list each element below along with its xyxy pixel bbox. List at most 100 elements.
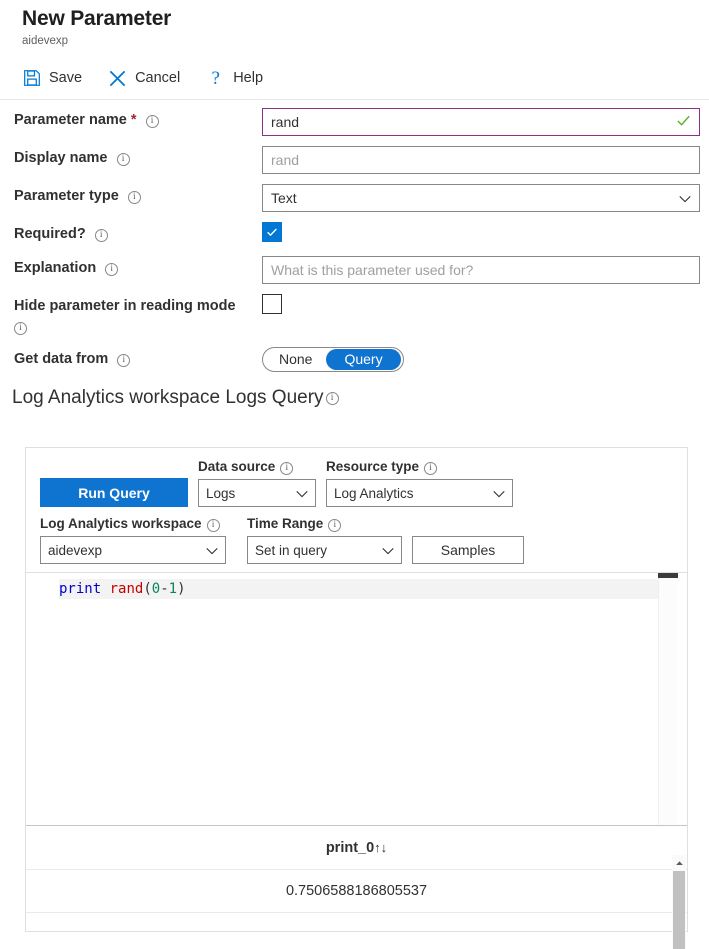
parameter-form: Parameter name * rand Display name rand … xyxy=(0,108,709,410)
token-function: rand xyxy=(109,581,144,597)
query-section-heading: Log Analytics workspace Logs Query xyxy=(0,386,709,410)
parameter-type-label-text: Parameter type xyxy=(14,188,119,204)
hide-parameter-label: Hide parameter in reading mode xyxy=(0,294,262,335)
chevron-down-icon xyxy=(381,544,394,557)
close-icon xyxy=(108,69,127,88)
explanation-input[interactable]: What is this parameter used for? xyxy=(262,256,700,284)
chevron-down-icon xyxy=(295,487,308,500)
info-icon[interactable] xyxy=(117,354,131,367)
table-row[interactable]: 0.7506588186805537 xyxy=(26,870,687,913)
cancel-label: Cancel xyxy=(135,70,181,86)
required-asterisk: * xyxy=(130,112,137,128)
resource-type-value: Log Analytics xyxy=(334,485,414,501)
help-button[interactable]: ? Help xyxy=(206,69,263,88)
time-range-label-text: Time Range xyxy=(247,516,324,531)
editor-minimap-scrollbar[interactable] xyxy=(658,573,678,825)
token-keyword: print xyxy=(59,581,102,597)
parameter-type-value: Text xyxy=(271,190,297,206)
toggle-option-query[interactable]: Query xyxy=(326,349,401,370)
help-label: Help xyxy=(233,70,264,86)
editor-scroll-thumb[interactable] xyxy=(658,573,678,578)
parameter-type-select[interactable]: Text xyxy=(262,184,700,212)
row-display-name: Display name rand xyxy=(0,146,709,174)
info-icon[interactable] xyxy=(116,153,130,166)
samples-field: Samples xyxy=(412,536,524,564)
display-name-input[interactable]: rand xyxy=(262,146,700,174)
display-name-label: Display name xyxy=(0,146,262,168)
info-icon[interactable] xyxy=(105,263,119,276)
token-paren-close: ) xyxy=(177,581,186,597)
get-data-from-label-text: Get data from xyxy=(14,351,109,367)
required-label-text: Required? xyxy=(14,226,86,242)
workspace-select[interactable]: aidevexp xyxy=(40,536,226,564)
data-source-label-text: Data source xyxy=(198,459,276,474)
save-button[interactable]: Save xyxy=(22,69,82,88)
sort-arrows-icon[interactable]: ↑↓ xyxy=(374,840,387,855)
explanation-label-text: Explanation xyxy=(14,260,97,276)
time-range-value: Set in query xyxy=(255,542,328,558)
run-query-field: Run Query xyxy=(40,478,188,507)
command-bar: Save Cancel ? Help xyxy=(0,60,709,96)
info-icon[interactable] xyxy=(94,229,108,242)
query-toolbar: Run Query Data source Logs Resource type… xyxy=(26,448,687,572)
resource-type-select[interactable]: Log Analytics xyxy=(326,479,513,507)
info-icon[interactable] xyxy=(328,519,342,532)
hide-parameter-label-text: Hide parameter in reading mode xyxy=(14,298,236,314)
parameter-type-label: Parameter type xyxy=(0,184,262,206)
chevron-down-icon xyxy=(205,544,218,557)
results-grid: print_0 ↑↓ 0.7506588186805537 xyxy=(26,825,687,931)
page-header: New Parameter aidevexp xyxy=(0,0,709,48)
query-editor[interactable]: print rand(0-1) xyxy=(26,572,687,825)
run-query-button[interactable]: Run Query xyxy=(40,478,188,507)
info-icon[interactable] xyxy=(424,462,438,475)
samples-button[interactable]: Samples xyxy=(412,536,524,564)
data-source-label: Data source xyxy=(198,458,316,475)
row-hide-parameter: Hide parameter in reading mode xyxy=(0,294,709,335)
resource-type-field: Resource type Log Analytics xyxy=(326,458,513,507)
explanation-placeholder: What is this parameter used for? xyxy=(271,262,474,278)
workspace-value: aidevexp xyxy=(48,542,103,558)
query-toolbar-row-2: Log Analytics workspace aidevexp Time Ra… xyxy=(40,515,687,564)
info-icon[interactable] xyxy=(206,519,220,532)
cell-print0-value: 0.7506588186805537 xyxy=(285,883,428,899)
info-icon[interactable] xyxy=(280,462,294,475)
results-grid-header[interactable]: print_0 ↑↓ xyxy=(26,826,687,870)
scroll-up-icon[interactable] xyxy=(672,855,686,871)
time-range-select[interactable]: Set in query xyxy=(247,536,402,564)
info-icon[interactable] xyxy=(145,115,159,128)
info-icon[interactable] xyxy=(14,322,27,335)
check-icon xyxy=(676,113,691,132)
workspace-field: Log Analytics workspace aidevexp xyxy=(40,515,237,564)
hide-parameter-checkbox[interactable] xyxy=(262,294,282,314)
chevron-down-icon xyxy=(678,192,691,205)
info-icon[interactable] xyxy=(325,392,339,405)
workspace-label: Log Analytics workspace xyxy=(40,515,237,532)
parameter-name-value: rand xyxy=(271,114,300,130)
time-range-field: Time Range Set in query xyxy=(247,515,402,564)
explanation-label: Explanation xyxy=(0,256,262,278)
token-number-1: 1 xyxy=(168,581,178,597)
page-subtitle: aidevexp xyxy=(22,35,69,47)
workspace-label-text: Log Analytics workspace xyxy=(40,516,202,531)
info-icon[interactable] xyxy=(127,191,141,204)
display-name-placeholder: rand xyxy=(271,152,300,168)
results-scroll-thumb[interactable] xyxy=(673,871,685,949)
data-source-select[interactable]: Logs xyxy=(198,479,316,507)
query-card: Run Query Data source Logs Resource type… xyxy=(25,447,688,949)
token-paren-open: ( xyxy=(143,581,152,597)
cancel-button[interactable]: Cancel xyxy=(108,69,180,88)
parameter-name-input[interactable]: rand xyxy=(262,108,700,136)
row-parameter-type: Parameter type Text xyxy=(0,184,709,212)
token-operator: - xyxy=(160,581,169,597)
query-editor-code[interactable]: print rand(0-1) xyxy=(26,573,687,599)
results-scrollbar[interactable] xyxy=(672,855,686,949)
get-data-from-label: Get data from xyxy=(0,347,262,369)
get-data-from-toggle[interactable]: None Query xyxy=(262,347,404,372)
required-checkbox[interactable] xyxy=(262,222,282,242)
parameter-name-label: Parameter name * xyxy=(0,108,262,130)
column-header-print0: print_0 xyxy=(325,839,375,856)
toggle-option-none[interactable]: None xyxy=(265,349,326,370)
table-row-empty xyxy=(26,913,687,931)
required-label: Required? xyxy=(0,222,262,244)
